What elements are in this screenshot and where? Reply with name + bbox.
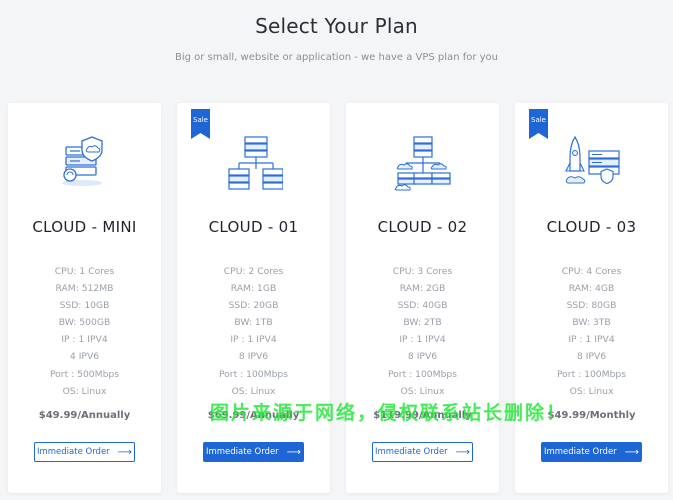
spec-item: RAM: 1GB bbox=[230, 283, 277, 295]
arrow-right-icon: ⟶ bbox=[624, 446, 640, 458]
spec-item: SSD: 20GB bbox=[228, 300, 279, 312]
immediate-order-button[interactable]: Immediate Order ⟶ bbox=[34, 442, 135, 462]
immediate-order-button[interactable]: Immediate Order ⟶ bbox=[541, 442, 642, 462]
sale-ribbon: Sale bbox=[529, 109, 548, 139]
spec-item: IP : 1 IPV4 bbox=[399, 334, 446, 346]
arrow-right-icon: ⟶ bbox=[455, 446, 471, 458]
spec-item: IP : 1 IPV4 bbox=[61, 334, 108, 346]
spec-list: CPU: 3 Cores RAM: 2GB SSD: 40GB BW: 2TB … bbox=[346, 263, 499, 400]
spec-item: IP : 1 IPV4 bbox=[568, 334, 615, 346]
immediate-order-button[interactable]: Immediate Order ⟶ bbox=[372, 442, 473, 462]
spec-item: SSD: 80GB bbox=[566, 300, 617, 312]
server-network-illustration-icon bbox=[228, 136, 283, 190]
spec-item: CPU: 2 Cores bbox=[223, 266, 284, 277]
spec-item: RAM: 4GB bbox=[568, 283, 615, 295]
spec-item: IP : 1 IPV4 bbox=[230, 334, 277, 346]
server-shield-illustration-icon bbox=[62, 136, 103, 186]
spec-item: SSD: 40GB bbox=[397, 300, 448, 312]
spec-list: CPU: 4 Cores RAM: 4GB SSD: 80GB BW: 3TB … bbox=[515, 263, 668, 400]
immediate-order-button[interactable]: Immediate Order ⟶ bbox=[203, 442, 304, 462]
spec-item: 8 IPV6 bbox=[576, 351, 607, 363]
plan-name: CLOUD - MINI bbox=[32, 218, 137, 236]
server-rocket-illustration-icon bbox=[565, 135, 620, 185]
button-label: Immediate Order bbox=[374, 447, 448, 457]
server-cloud-illustration-icon bbox=[394, 136, 451, 191]
spec-item: BW: 1TB bbox=[234, 317, 273, 329]
plan-card-cloud-mini: CLOUD - MINI CPU: 1 Cores RAM: 512MB SSD… bbox=[8, 103, 161, 493]
button-label: Immediate Order bbox=[36, 447, 110, 457]
arrow-right-icon: ⟶ bbox=[117, 446, 133, 458]
spec-item: CPU: 4 Cores bbox=[561, 266, 622, 277]
spec-item: CPU: 1 Cores bbox=[54, 266, 115, 277]
spec-item: Port : 100Mbps bbox=[556, 368, 627, 380]
spec-list: CPU: 1 Cores RAM: 512MB SSD: 10GB BW: 50… bbox=[8, 263, 161, 400]
plan-card-cloud-01: Sale CLOUD - 01 CPU: 2 Cores RAM: 1GB SS… bbox=[177, 103, 330, 493]
spec-item: 4 IPV6 bbox=[69, 351, 100, 363]
arrow-right-icon: ⟶ bbox=[286, 446, 302, 458]
spec-item: Port : 100Mbps bbox=[387, 368, 458, 380]
button-label: Immediate Order bbox=[205, 447, 279, 457]
spec-item: OS: Linux bbox=[62, 385, 107, 397]
sale-ribbon: Sale bbox=[191, 109, 210, 139]
spec-item: BW: 3TB bbox=[572, 317, 611, 329]
spec-item: 8 IPV6 bbox=[238, 351, 269, 363]
spec-item: RAM: 512MB bbox=[55, 283, 114, 295]
plan-price: $49.99/Annually bbox=[38, 410, 131, 421]
spec-item: Port : 500Mbps bbox=[49, 368, 120, 380]
spec-item: Port : 100Mbps bbox=[218, 368, 289, 380]
page-title: Select Your Plan bbox=[255, 14, 418, 38]
spec-item: BW: 2TB bbox=[403, 317, 442, 329]
spec-list: CPU: 2 Cores RAM: 1GB SSD: 20GB BW: 1TB … bbox=[177, 263, 330, 400]
plan-card-cloud-02: CLOUD - 02 CPU: 3 Cores RAM: 2GB SSD: 40… bbox=[346, 103, 499, 493]
spec-item: CPU: 3 Cores bbox=[392, 266, 453, 277]
page-subtitle: Big or small, website or application - w… bbox=[174, 52, 499, 63]
spec-item: SSD: 10GB bbox=[59, 300, 110, 312]
spec-item: 8 IPV6 bbox=[407, 351, 438, 363]
spec-item: BW: 500GB bbox=[58, 317, 111, 329]
button-label: Immediate Order bbox=[543, 447, 617, 457]
spec-item: RAM: 2GB bbox=[399, 283, 446, 295]
plan-name: CLOUD - 01 bbox=[208, 218, 299, 236]
plan-name: CLOUD - 02 bbox=[377, 218, 468, 236]
watermark-text: 图片来源于网络，侵权联系站长删除！ bbox=[210, 402, 568, 424]
plan-name: CLOUD - 03 bbox=[546, 218, 637, 236]
plan-card-cloud-03: Sale CLOUD - 03 CPU: 4 Cores RAM: 4GB SS… bbox=[515, 103, 668, 493]
